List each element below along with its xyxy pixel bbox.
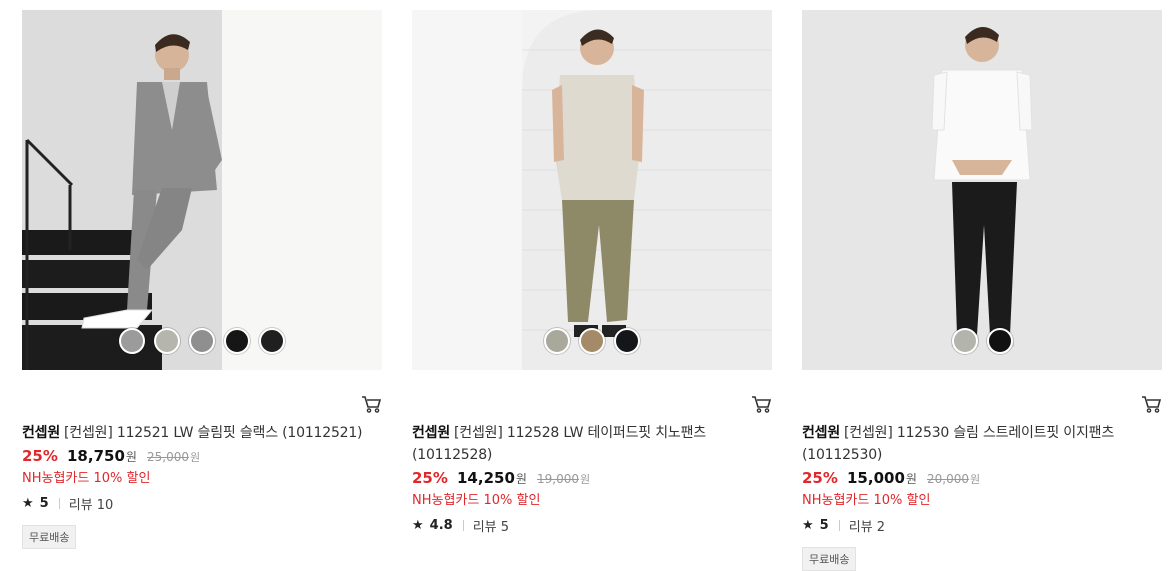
- divider: [838, 520, 840, 531]
- color-swatch[interactable]: [259, 328, 285, 354]
- product-info: 컨셉원 [컨셉원] 112521 LW 슬림핏 슬랙스 (10112521) 25…: [22, 422, 392, 549]
- cart-icon[interactable]: [750, 394, 772, 414]
- divider: [58, 498, 60, 509]
- color-swatch[interactable]: [189, 328, 215, 354]
- color-swatch[interactable]: [986, 328, 1013, 354]
- review-count[interactable]: 리뷰 5: [473, 516, 509, 535]
- price-line: 25% 18,750원 25,000원: [22, 445, 392, 469]
- product-name: [컨셉원] 112530 슬림 스트레이트핏 이지팬츠 (10112530): [802, 425, 1115, 463]
- color-swatch[interactable]: [119, 328, 145, 354]
- product-info: 컨셉원 [컨셉원] 112530 슬림 스트레이트핏 이지팬츠 (10112530…: [802, 422, 1172, 571]
- discount-rate: 25%: [22, 447, 58, 465]
- color-swatch[interactable]: [951, 328, 978, 354]
- free-shipping-badge: 무료배송: [802, 547, 857, 571]
- review-count[interactable]: 리뷰 2: [849, 516, 885, 535]
- free-shipping-badge: 무료배송: [22, 525, 77, 549]
- price-line: 25% 14,250원 19,000원: [412, 467, 782, 491]
- rating-score: 4.8: [429, 518, 453, 533]
- color-swatch[interactable]: [224, 328, 250, 354]
- product-title[interactable]: 컨셉원 [컨셉원] 112521 LW 슬림핏 슬랙스 (10112521): [22, 422, 392, 444]
- rating-score: 5: [39, 496, 49, 511]
- product-photo: [412, 10, 772, 370]
- rating-row: ★ 5 리뷰 10: [22, 494, 392, 513]
- product-image[interactable]: [802, 10, 1162, 370]
- rating-row: ★ 4.8 리뷰 5: [412, 516, 782, 535]
- star-icon: ★: [22, 496, 34, 511]
- brand-name: 컨셉원: [802, 425, 841, 441]
- color-swatches: [802, 328, 1162, 354]
- review-count[interactable]: 리뷰 10: [69, 494, 114, 513]
- product-card[interactable]: 컨셉원 [컨셉원] 112528 LW 테이퍼드핏 치노팬츠 (10112528)…: [412, 10, 772, 535]
- product-card[interactable]: 컨셉원 [컨셉원] 112521 LW 슬림핏 슬랙스 (10112521) 25…: [22, 10, 382, 549]
- price-line: 25% 15,000원 20,000원: [802, 467, 1172, 491]
- rating-score: 5: [819, 518, 829, 533]
- color-swatch[interactable]: [614, 328, 640, 354]
- discount-rate: 25%: [802, 469, 838, 487]
- product-name: [컨셉원] 112528 LW 테이퍼드핏 치노팬츠 (10112528): [412, 425, 706, 463]
- original-currency-unit: 원: [970, 473, 981, 486]
- brand-name: 컨셉원: [22, 425, 61, 441]
- color-swatch[interactable]: [544, 328, 570, 354]
- card-promo: NH농협카드 10% 할인: [802, 493, 931, 508]
- sale-price: 18,750: [67, 447, 125, 465]
- product-title[interactable]: 컨셉원 [컨셉원] 112530 슬림 스트레이트핏 이지팬츠 (10112530…: [802, 422, 1172, 466]
- original-currency-unit: 원: [580, 473, 591, 486]
- card-promo: NH농협카드 10% 할인: [412, 493, 541, 508]
- star-icon: ★: [802, 518, 814, 533]
- color-swatches: [412, 328, 772, 354]
- discount-rate: 25%: [412, 469, 448, 487]
- original-price: 20,000: [927, 472, 970, 486]
- star-icon: ★: [412, 518, 424, 533]
- product-title[interactable]: 컨셉원 [컨셉원] 112528 LW 테이퍼드핏 치노팬츠 (10112528): [412, 422, 782, 466]
- product-card[interactable]: 컨셉원 [컨셉원] 112530 슬림 스트레이트핏 이지팬츠 (10112530…: [802, 10, 1162, 571]
- cart-icon[interactable]: [1140, 394, 1162, 414]
- divider: [462, 520, 464, 531]
- currency-unit: 원: [515, 472, 527, 486]
- sale-price: 14,250: [457, 469, 515, 487]
- original-price: 25,000: [147, 450, 190, 464]
- product-name: [컨셉원] 112521 LW 슬림핏 슬랙스 (10112521): [64, 425, 363, 441]
- cart-icon[interactable]: [360, 394, 382, 414]
- original-price: 19,000: [537, 472, 580, 486]
- rating-row: ★ 5 리뷰 2: [802, 516, 1172, 535]
- product-image[interactable]: [22, 10, 382, 370]
- product-photo: [22, 10, 382, 370]
- currency-unit: 원: [125, 450, 137, 464]
- brand-name: 컨셉원: [412, 425, 451, 441]
- product-info: 컨셉원 [컨셉원] 112528 LW 테이퍼드핏 치노팬츠 (10112528)…: [412, 422, 782, 535]
- product-image[interactable]: [412, 10, 772, 370]
- product-photo: [802, 10, 1162, 370]
- color-swatch[interactable]: [154, 328, 180, 354]
- card-promo: NH농협카드 10% 할인: [22, 471, 151, 486]
- original-currency-unit: 원: [190, 451, 201, 464]
- sale-price: 15,000: [847, 469, 905, 487]
- color-swatch[interactable]: [579, 328, 605, 354]
- color-swatches: [22, 328, 382, 354]
- currency-unit: 원: [905, 472, 917, 486]
